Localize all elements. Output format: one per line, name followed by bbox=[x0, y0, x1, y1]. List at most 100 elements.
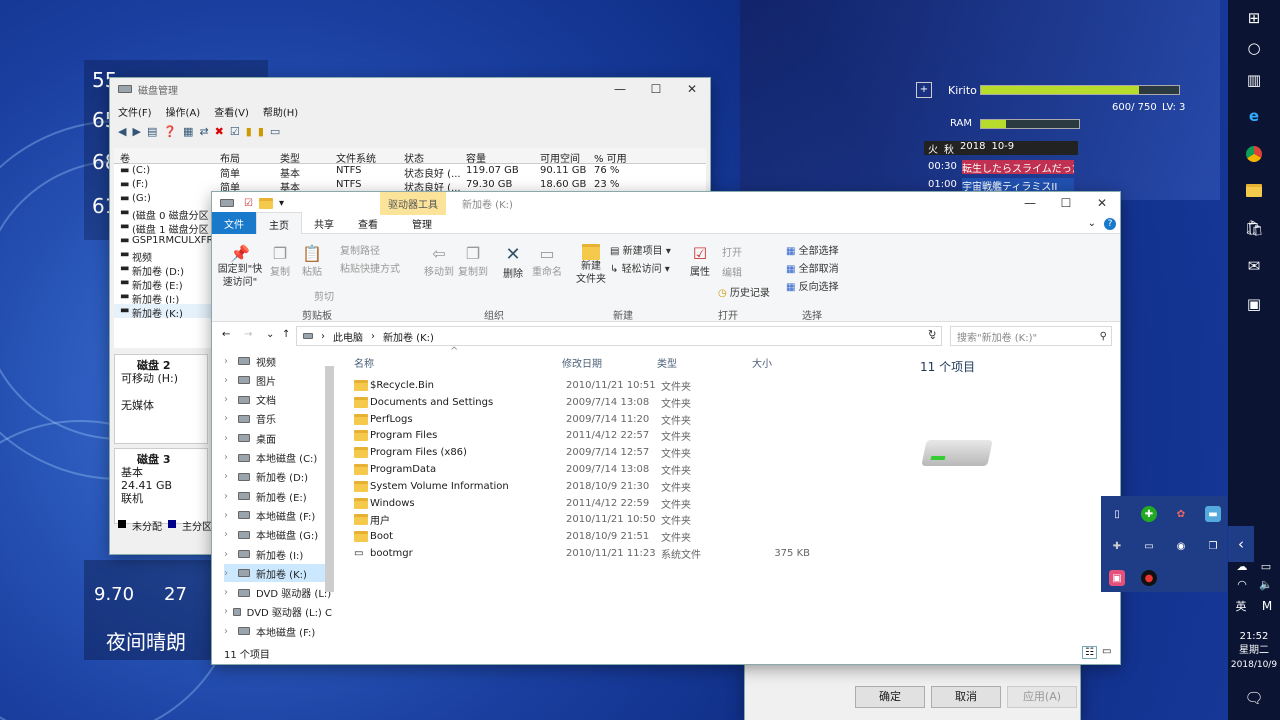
tab-view[interactable]: 查看 bbox=[346, 212, 390, 235]
ok-button[interactable]: 确定 bbox=[855, 686, 925, 708]
column-date[interactable]: 修改日期 bbox=[562, 355, 602, 370]
connect-icon[interactable]: ⇄ bbox=[199, 125, 208, 138]
file-explorer-icon[interactable] bbox=[1228, 172, 1280, 208]
invert-selection-button[interactable]: ▦ 反向选择 bbox=[786, 278, 839, 293]
tab-share[interactable]: 共享 bbox=[302, 212, 346, 235]
nav-item[interactable]: › 文档 bbox=[224, 391, 332, 409]
search-box[interactable]: 搜索"新加卷 (K:)" ⚲ bbox=[950, 326, 1112, 346]
menu-file[interactable]: 文件(F) bbox=[118, 104, 152, 119]
select-all-button[interactable]: ▦ 全部选择 bbox=[786, 242, 839, 257]
pin-button[interactable]: 📌 固定到"快速访问" bbox=[216, 244, 264, 289]
security-icon[interactable]: ✚ bbox=[1141, 506, 1157, 522]
file-row[interactable]: $Recycle.Bin 2010/11/21 10:51 文件夹 bbox=[354, 377, 884, 394]
file-row[interactable]: Program Files 2011/4/12 22:57 文件夹 bbox=[354, 427, 884, 444]
store-icon[interactable]: 🛍 bbox=[1228, 210, 1280, 246]
app-box-icon[interactable]: ▣ bbox=[1228, 286, 1280, 322]
easy-access-button[interactable]: ↳ 轻松访问 ▾ bbox=[610, 260, 670, 275]
close-button[interactable]: ✕ bbox=[674, 82, 710, 96]
plus-icon[interactable]: ✚ bbox=[1109, 538, 1125, 554]
nav-item[interactable]: › 本地磁盘 (F:) bbox=[224, 506, 332, 524]
app-icon[interactable]: ✿ bbox=[1173, 506, 1189, 522]
minimize-button[interactable]: — bbox=[602, 82, 638, 96]
forward-icon[interactable]: ▶ bbox=[132, 125, 140, 138]
open-button[interactable]: 打开 bbox=[722, 244, 742, 259]
cut-button[interactable]: 剪切 bbox=[314, 288, 334, 303]
column-header[interactable]: 文件系统 bbox=[336, 150, 376, 165]
new-item-button[interactable]: ▤ 新建项目 ▾ bbox=[610, 242, 671, 257]
back-icon[interactable]: ← bbox=[222, 329, 230, 340]
select-none-button[interactable]: ▦ 全部取消 bbox=[786, 260, 839, 275]
forward-icon[interactable]: → bbox=[244, 329, 252, 340]
delete-button[interactable]: ✕ 删除 bbox=[500, 244, 526, 280]
folder-icon[interactable]: ▮ bbox=[246, 125, 252, 138]
disk-mgmt-titlebar[interactable]: 磁盘管理 — ☐ ✕ bbox=[110, 78, 710, 100]
record-icon[interactable]: ● bbox=[1141, 570, 1157, 586]
usb-icon[interactable]: ▯ bbox=[1109, 506, 1125, 522]
chevron-right-icon[interactable]: › bbox=[224, 626, 238, 637]
rename-button[interactable]: ▭ 重命名 bbox=[530, 244, 564, 278]
nav-item[interactable]: › 视频 bbox=[224, 352, 332, 370]
nav-item[interactable]: › 新加卷 (D:) bbox=[224, 468, 332, 486]
breadcrumb-pc[interactable]: 此电脑 bbox=[333, 329, 363, 344]
chevron-right-icon[interactable]: › bbox=[224, 413, 238, 424]
menu-action[interactable]: 操作(A) bbox=[166, 104, 201, 119]
nav-item[interactable]: › 桌面 bbox=[224, 429, 332, 447]
file-row[interactable]: ▭ bootmgr 2010/11/21 11:23 系统文件 375 KB bbox=[354, 545, 884, 562]
tab-home[interactable]: 主页 bbox=[256, 211, 302, 236]
chevron-right-icon[interactable]: › bbox=[224, 491, 238, 502]
maximize-button[interactable]: ☐ bbox=[1048, 196, 1084, 210]
properties-button[interactable]: ☑ 属性 bbox=[686, 244, 714, 278]
chevron-right-icon[interactable]: › bbox=[224, 375, 238, 386]
copy-button[interactable]: ❐ 复制 bbox=[266, 244, 294, 278]
move-to-button[interactable]: ⇦ 移动到 bbox=[424, 244, 454, 278]
nav-item[interactable]: › 本地磁盘 (G:) bbox=[224, 526, 332, 544]
chrome-icon[interactable] bbox=[1228, 136, 1280, 172]
mail-icon[interactable]: ✉ bbox=[1228, 248, 1280, 284]
file-row[interactable]: Program Files (x86) 2009/7/14 12:57 文件夹 bbox=[354, 444, 884, 461]
disk-icon[interactable]: ▬ bbox=[1205, 506, 1221, 522]
clock[interactable]: 21:52 星期二 2018/10/9 bbox=[1228, 630, 1280, 672]
maximize-button[interactable]: ☐ bbox=[638, 82, 674, 96]
nav-item[interactable]: › 图片 bbox=[224, 371, 332, 389]
nav-item[interactable]: › 本地磁盘 (F:) bbox=[224, 622, 332, 640]
search-icon[interactable]: ▮ bbox=[258, 125, 264, 138]
up-icon[interactable]: ↑ bbox=[282, 329, 290, 340]
column-header[interactable]: 状态 bbox=[404, 150, 424, 165]
column-header[interactable]: % 可用 bbox=[594, 150, 627, 165]
column-type[interactable]: 类型 bbox=[657, 355, 677, 370]
ime-mode[interactable]: M bbox=[1254, 588, 1280, 624]
minimize-button[interactable]: — bbox=[1012, 196, 1048, 210]
tab-file[interactable]: 文件 bbox=[212, 212, 256, 235]
properties-icon[interactable]: ▭ bbox=[270, 125, 280, 138]
file-row[interactable]: Documents and Settings 2009/7/14 13:08 文件夹 bbox=[354, 394, 884, 411]
file-row[interactable]: System Volume Information 2018/10/9 21:30… bbox=[354, 478, 884, 495]
file-row[interactable]: 用户 2010/11/21 10:50 文件夹 bbox=[354, 511, 884, 528]
chevron-right-icon[interactable]: › bbox=[224, 394, 238, 405]
chevron-right-icon[interactable]: › bbox=[224, 510, 238, 521]
gadget-show[interactable]: 宇宙戦艦ティラミスII bbox=[962, 178, 1074, 192]
apply-button[interactable]: 应用(A) bbox=[1007, 686, 1077, 708]
chevron-right-icon[interactable]: › bbox=[224, 433, 238, 444]
copy-to-button[interactable]: ❐ 复制到 bbox=[458, 244, 488, 278]
chevron-right-icon[interactable]: › bbox=[224, 568, 238, 579]
refresh-icon[interactable]: ↻ bbox=[928, 329, 936, 340]
column-size[interactable]: 大小 bbox=[752, 355, 772, 370]
file-row[interactable]: ProgramData 2009/7/14 13:08 文件夹 bbox=[354, 461, 884, 478]
bilibili-icon[interactable]: ▣ bbox=[1109, 570, 1125, 586]
column-header[interactable]: 类型 bbox=[280, 150, 300, 165]
chevron-right-icon[interactable]: › bbox=[224, 452, 238, 463]
recent-dropdown-icon[interactable]: ⌄ bbox=[266, 329, 274, 340]
chevron-down-icon[interactable]: ⌄ bbox=[1088, 218, 1096, 229]
cortana-icon[interactable]: ○ bbox=[1228, 30, 1280, 66]
file-row[interactable]: Boot 2018/10/9 21:51 文件夹 bbox=[354, 528, 884, 545]
chevron-right-icon[interactable]: › bbox=[224, 356, 238, 367]
folder-quick-icon[interactable] bbox=[258, 197, 273, 209]
menu-view[interactable]: 查看(V) bbox=[214, 104, 249, 119]
menu-help[interactable]: 帮助(H) bbox=[263, 104, 298, 119]
nav-item[interactable]: › 新加卷 (E:) bbox=[224, 487, 332, 505]
console-icon[interactable]: ▤ bbox=[147, 125, 157, 138]
tab-manage[interactable]: 管理 bbox=[400, 212, 444, 235]
column-header[interactable]: 卷 bbox=[120, 150, 130, 165]
chevron-right-icon[interactable]: › bbox=[224, 471, 238, 482]
check-icon[interactable]: ☑ bbox=[230, 125, 240, 138]
